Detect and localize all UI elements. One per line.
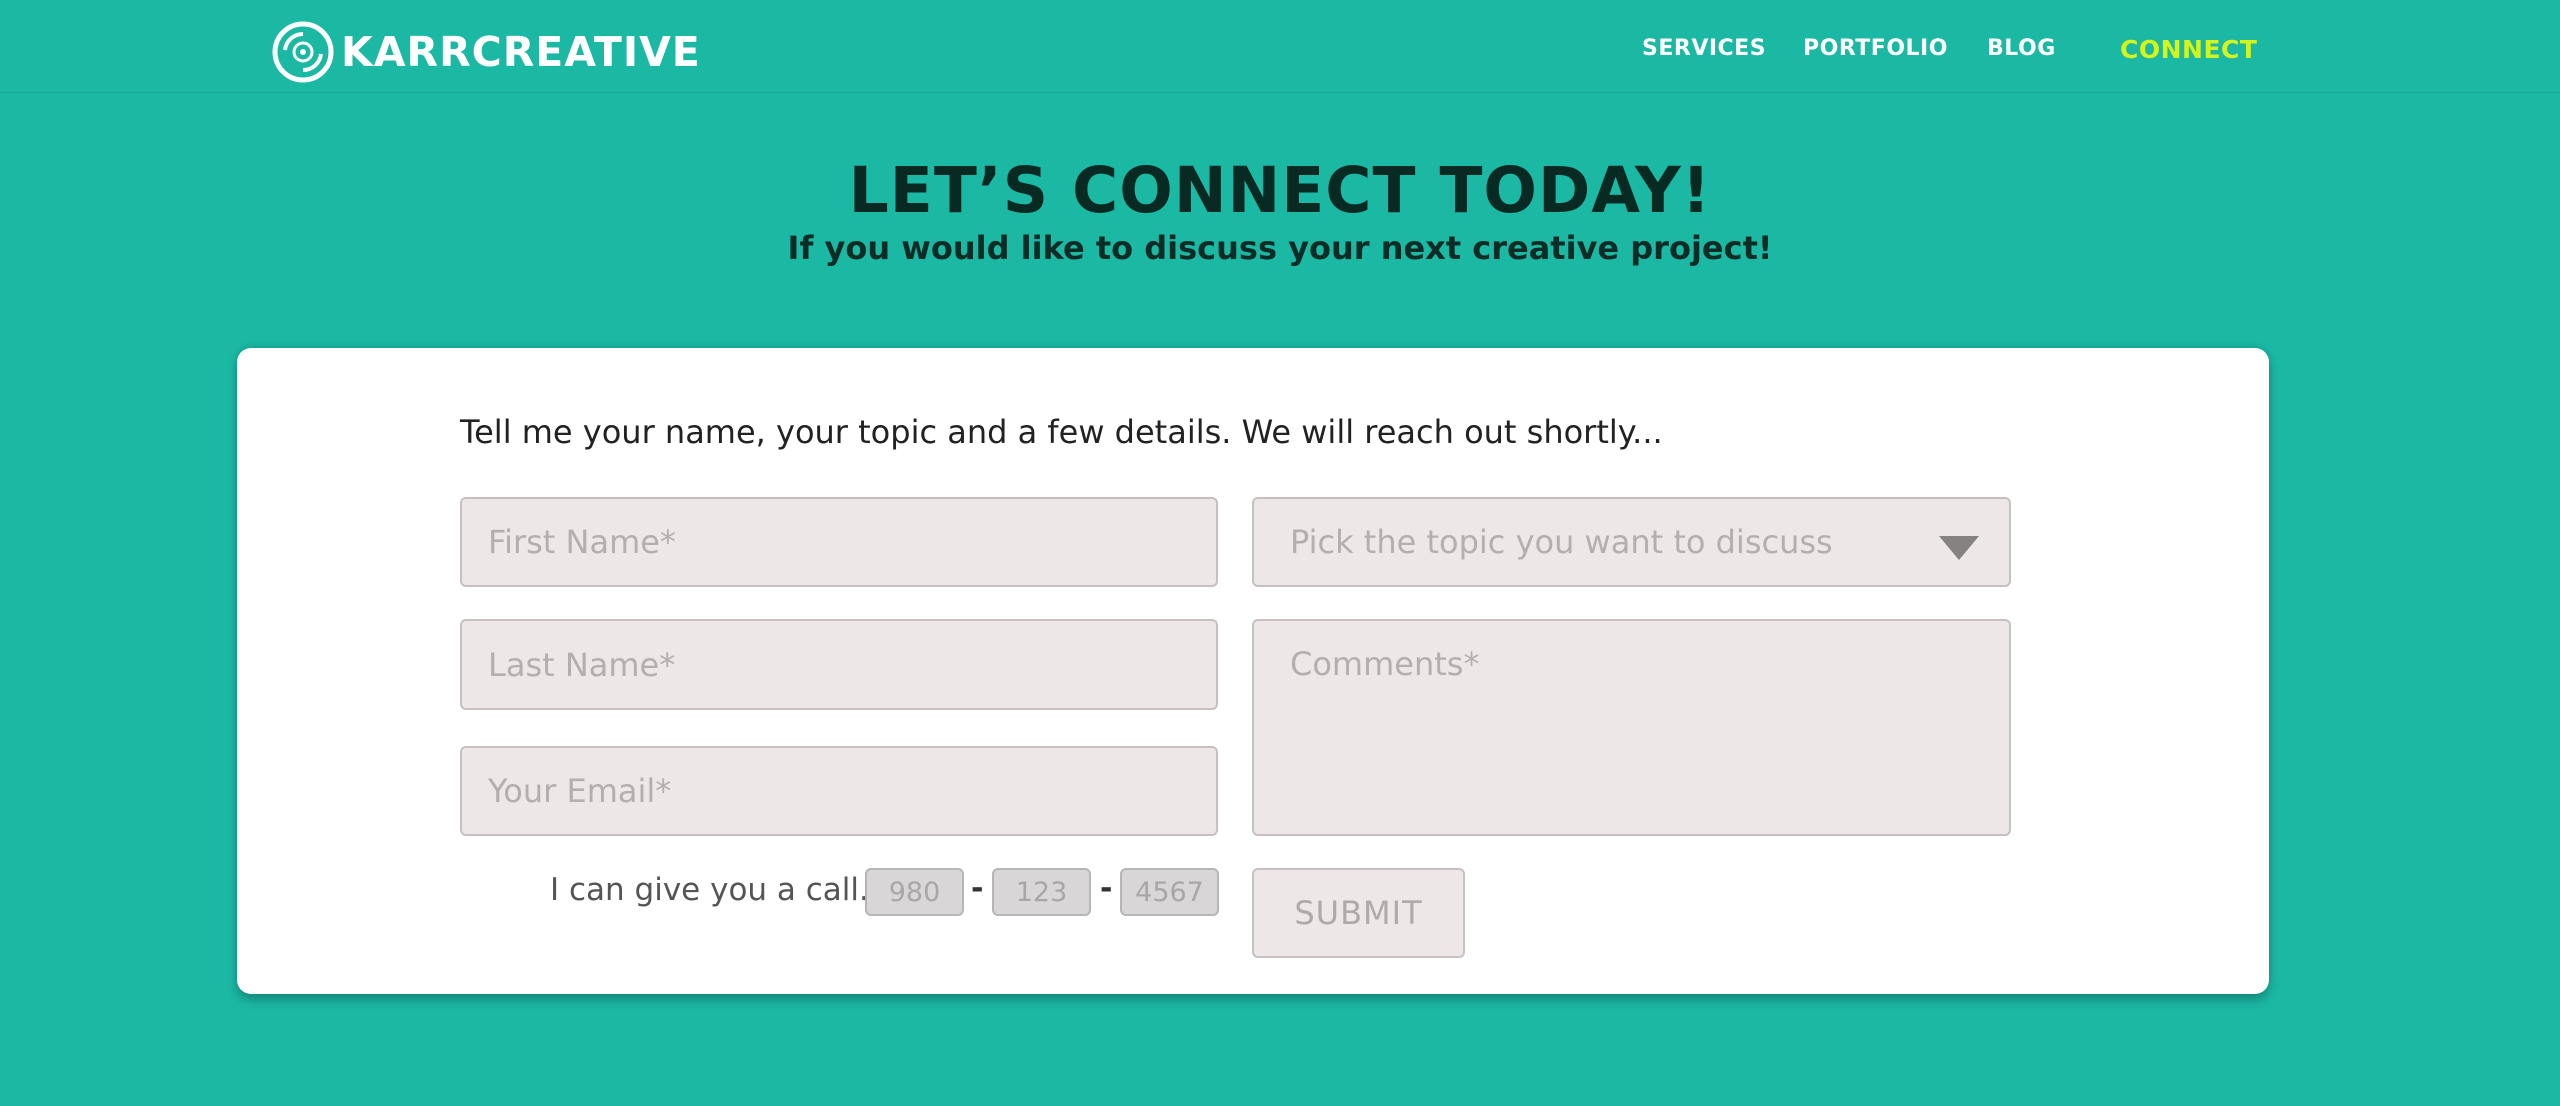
email-placeholder: Your Email*: [488, 772, 672, 810]
topic-placeholder: Pick the topic you want to discuss: [1290, 523, 1833, 561]
form-intro: Tell me your name, your topic and a few …: [460, 413, 1663, 451]
submit-button[interactable]: SUBMIT: [1252, 868, 1465, 958]
nav-item-blog[interactable]: BLOG: [1987, 36, 2056, 61]
page-subtitle: If you would like to discuss your next c…: [787, 229, 1773, 267]
nav-item-services[interactable]: SERVICES: [1642, 36, 1766, 61]
nav-item-portfolio[interactable]: PORTFOLIO: [1803, 36, 1948, 61]
phone-area-field[interactable]: 980: [865, 868, 964, 916]
main-nav: SERVICES PORTFOLIO BLOG CONNECT: [0, 35, 2560, 66]
phone-separator: -: [1100, 871, 1113, 906]
phone-line-field[interactable]: 4567: [1120, 868, 1219, 916]
email-field[interactable]: Your Email*: [460, 746, 1218, 836]
comments-placeholder: Comments*: [1290, 645, 1480, 683]
last-name-field[interactable]: Last Name*: [460, 619, 1218, 710]
last-name-placeholder: Last Name*: [488, 645, 676, 684]
nav-item-connect[interactable]: CONNECT: [2120, 35, 2257, 64]
first-name-field[interactable]: First Name*: [460, 497, 1218, 587]
page-title: LET’S CONNECT TODAY!: [848, 154, 1712, 227]
call-label: I can give you a call...: [550, 872, 889, 908]
topic-select[interactable]: Pick the topic you want to discuss: [1252, 497, 2011, 587]
site-header: KARRCREATIVE SERVICES PORTFOLIO BLOG CON…: [0, 0, 2560, 93]
comments-field[interactable]: Comments*: [1252, 619, 2011, 836]
phone-prefix-field[interactable]: 123: [992, 868, 1091, 916]
caret-down-icon: [1939, 536, 1979, 560]
phone-separator: -: [971, 871, 984, 906]
first-name-placeholder: First Name*: [488, 523, 676, 561]
